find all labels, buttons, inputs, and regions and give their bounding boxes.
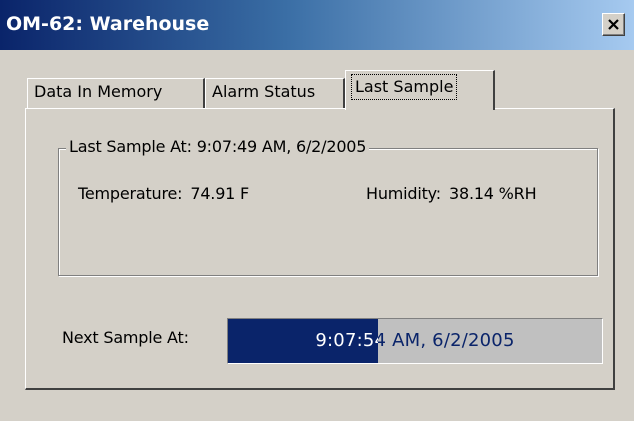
title-bar[interactable]: OM-62: Warehouse — [0, 0, 634, 50]
tab-label: Last Sample — [350, 74, 458, 100]
tab-alarm-status[interactable]: Alarm Status — [205, 78, 345, 108]
tab-last-sample[interactable]: Last Sample — [345, 70, 495, 110]
progress-fill: 9:07:54 AM, 6/2/2005 — [228, 319, 378, 363]
tab-panel-last-sample: Last Sample At: 9:07:49 AM, 6/2/2005 Tem… — [25, 108, 615, 390]
tab-data-in-memory[interactable]: Data In Memory — [27, 78, 205, 108]
tab-label: Data In Memory — [34, 82, 163, 101]
humidity-reading: Humidity: 38.14 %RH — [366, 183, 537, 205]
last-sample-group-title: Last Sample At: 9:07:49 AM, 6/2/2005 — [66, 136, 370, 158]
next-sample-label: Next Sample At: — [62, 328, 189, 347]
next-sample-value-highlight: 9:07:54 AM, 6/2/2005 — [315, 330, 378, 351]
temperature-label: Temperature: — [78, 184, 183, 203]
tab-label: Alarm Status — [212, 82, 316, 101]
next-sample-progress: 9:07:54 AM, 6/2/2005 9:07:54 AM, 6/2/200… — [227, 318, 603, 364]
temperature-value: 74.91 F — [190, 184, 250, 203]
close-icon — [608, 19, 619, 30]
window-title: OM-62: Warehouse — [6, 13, 210, 35]
temperature-reading: Temperature: 74.91 F — [78, 183, 249, 205]
humidity-value: 38.14 %RH — [448, 184, 537, 203]
humidity-label: Humidity: — [366, 184, 441, 203]
close-button[interactable] — [602, 13, 625, 36]
dialog-window: OM-62: Warehouse Data In Memory Alarm St… — [0, 0, 634, 421]
last-sample-group — [58, 148, 598, 276]
